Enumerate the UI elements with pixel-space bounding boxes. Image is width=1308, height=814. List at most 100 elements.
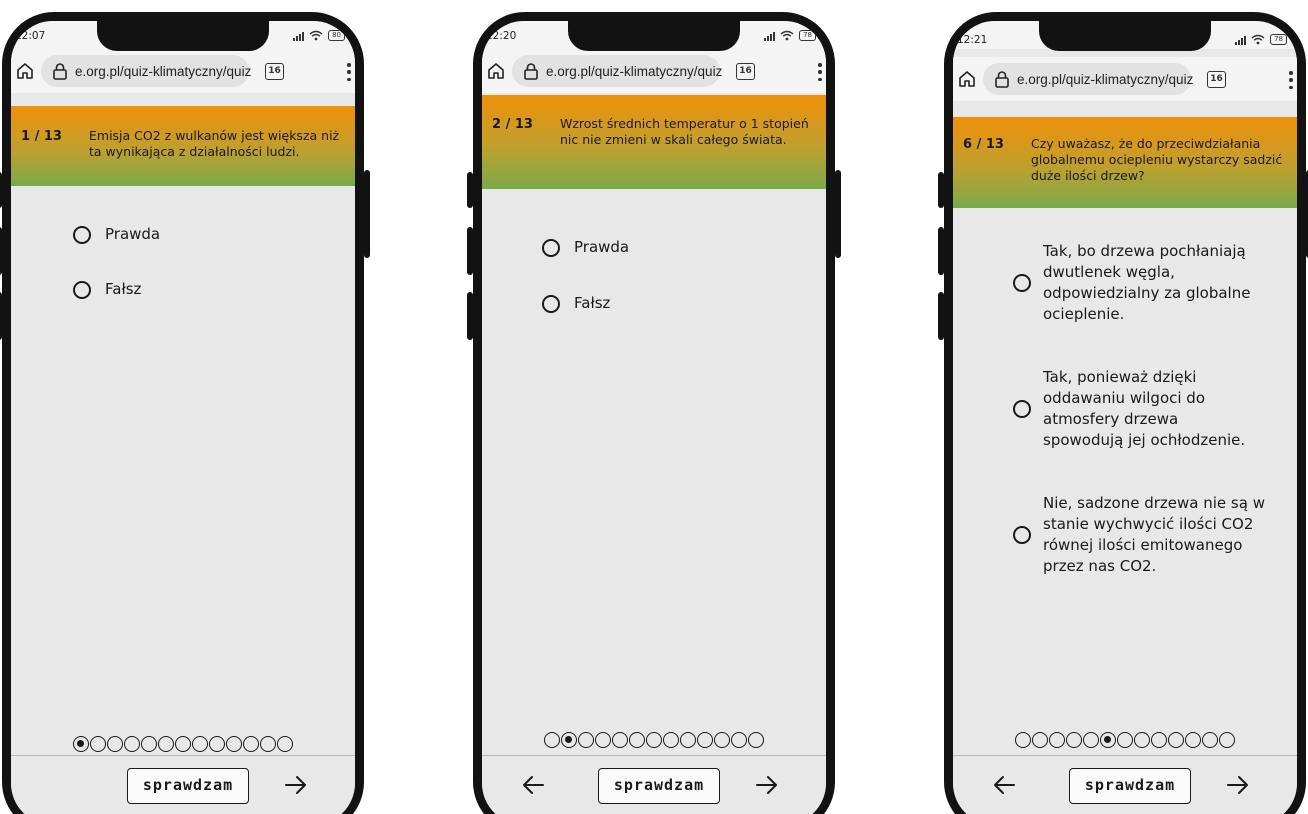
answer-option[interactable]: Prawda [73,224,160,245]
progress-dot[interactable] [1151,732,1167,748]
check-button[interactable]: sprawdzam [127,768,249,804]
progress-dot[interactable] [1100,732,1116,748]
tab-count-button[interactable]: 16 [736,63,755,80]
radio-button[interactable] [73,225,91,244]
answer-label: Prawda [105,225,161,243]
progress-dot[interactable] [714,732,730,748]
progress-dot[interactable] [73,736,89,752]
progress-dot[interactable] [1134,732,1150,748]
radio-button[interactable] [542,294,560,313]
side-button [364,170,370,258]
browser-url-bar: e.org.pl/quiz-klimatyczny/quiz 16 [953,57,1297,101]
progress-dot[interactable] [1032,732,1048,748]
question-header: 1 / 13 Emisja CO2 z wulkanów jest większ… [11,106,355,186]
progress-dot[interactable] [646,732,662,748]
question-header: 6 / 13 Czy uważasz, że do przeciwdziałan… [953,117,1297,208]
phone-frame-3: 12:21 78 e.org.pl/quiz-klimatyczny/quiz … [938,12,1308,814]
address-field[interactable]: e.org.pl/quiz-klimatyczny/quiz [41,55,252,87]
more-menu-icon[interactable] [347,63,351,81]
progress-dot[interactable] [1219,732,1235,748]
progress-dot[interactable] [629,732,645,748]
progress-dot[interactable] [90,736,106,752]
progress-dot[interactable] [748,732,764,748]
progress-dot[interactable] [731,732,747,748]
progress-dot[interactable] [226,736,242,752]
next-arrow-icon[interactable] [754,772,780,798]
progress-dot[interactable] [1049,732,1065,748]
status-time: 12:21 [957,34,988,46]
progress-dot[interactable] [124,736,140,752]
progress-dot[interactable] [663,732,679,748]
wifi-icon [1251,34,1265,45]
answer-label: Tak, bo drzewa pochłaniają dwutlenek węg… [1043,242,1251,323]
signal-icon [293,31,305,41]
progress-dot[interactable] [175,736,191,752]
radio-button[interactable] [1013,274,1031,292]
answer-label: Prawda [574,238,630,256]
phone-frame-2: 12:20 78 e.org.pl/quiz-klimatyczny/quiz … [467,12,841,814]
answer-option[interactable]: Tak, bo drzewa pochłaniają dwutlenek węg… [1013,241,1263,325]
answer-option[interactable]: Tak, ponieważ dzięki oddawaniu wilgoci d… [1013,367,1263,451]
more-menu-icon[interactable] [818,63,822,81]
progress-dot[interactable] [697,732,713,748]
battery-icon: 78 [1270,34,1287,45]
progress-dot[interactable] [1083,732,1099,748]
back-arrow-icon[interactable] [520,772,546,798]
lock-icon [53,63,67,80]
progress-dot[interactable] [1202,732,1218,748]
notch [1039,21,1211,51]
more-menu-icon[interactable] [1289,71,1293,89]
home-icon[interactable] [487,62,505,80]
question-header: 2 / 13 Wzrost średnich temperatur o 1 st… [482,95,826,189]
progress-dot[interactable] [141,736,157,752]
progress-dot[interactable] [107,736,123,752]
home-icon[interactable] [958,70,976,88]
progress-dot[interactable] [192,736,208,752]
progress-dot[interactable] [612,732,628,748]
bottom-nav: sprawdzam [11,755,355,814]
check-button[interactable]: sprawdzam [598,768,720,804]
progress-dot[interactable] [209,736,225,752]
phone-frame-1: 12:07 80 e.org.pl/quiz-klimatyczny/quiz … [0,12,370,814]
url-text: e.org.pl/quiz-klimatyczny/quiz [75,64,252,79]
progress-dot[interactable] [1168,732,1184,748]
address-field[interactable]: e.org.pl/quiz-klimatyczny/quiz [983,63,1193,95]
notch [568,21,740,51]
side-button [0,292,2,340]
home-icon[interactable] [16,62,34,80]
check-button[interactable]: sprawdzam [1069,768,1191,804]
radio-button[interactable] [1013,400,1031,418]
progress-dot[interactable] [158,736,174,752]
progress-dot[interactable] [1066,732,1082,748]
side-button [938,292,944,340]
address-field[interactable]: e.org.pl/quiz-klimatyczny/quiz [512,55,722,87]
progress-dot[interactable] [595,732,611,748]
radio-button[interactable] [542,238,560,257]
radio-button[interactable] [1013,526,1031,544]
progress-dot[interactable] [578,732,594,748]
tab-count-button[interactable]: 16 [1207,71,1226,88]
answer-option[interactable]: Nie, sadzone drzewa nie są w stanie wych… [1013,493,1268,577]
progress-dot[interactable] [561,732,577,748]
progress-dot[interactable] [277,736,293,752]
answer-option[interactable]: Fałsz [542,293,610,314]
progress-dots [953,732,1297,748]
progress-dot[interactable] [1185,732,1201,748]
next-arrow-icon[interactable] [283,772,309,798]
next-arrow-icon[interactable] [1225,772,1251,798]
answer-option[interactable]: Fałsz [73,279,141,300]
radio-button[interactable] [73,280,91,299]
progress-dot[interactable] [260,736,276,752]
answer-label: Tak, ponieważ dzięki oddawaniu wilgoci d… [1043,368,1246,449]
progress-dot[interactable] [1015,732,1031,748]
progress-dot[interactable] [680,732,696,748]
tab-count-button[interactable]: 16 [265,63,284,80]
phone-screen: 12:21 78 e.org.pl/quiz-klimatyczny/quiz … [953,21,1297,814]
answer-label: Fałsz [574,294,611,312]
back-arrow-icon[interactable] [991,772,1017,798]
progress-dot[interactable] [544,732,560,748]
progress-dot[interactable] [243,736,259,752]
answer-option[interactable]: Prawda [542,237,629,258]
progress-dot[interactable] [1117,732,1133,748]
notch [97,21,269,51]
